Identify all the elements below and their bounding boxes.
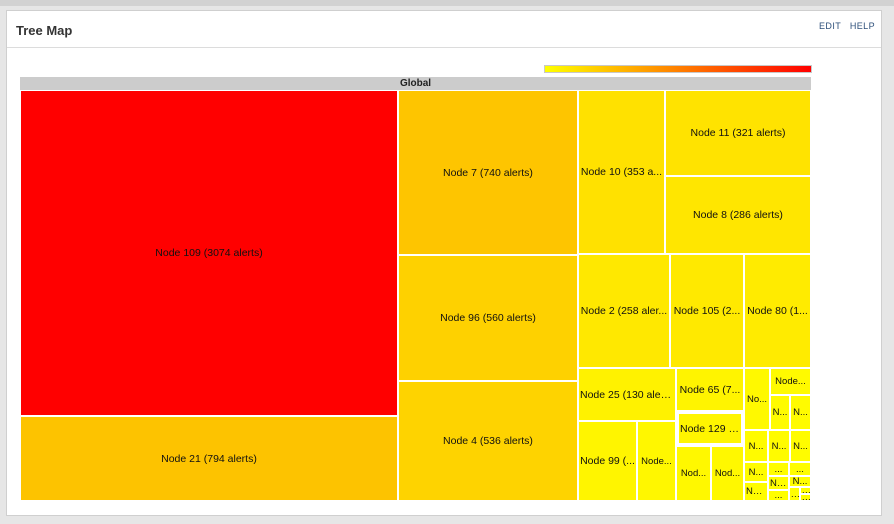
treemap-node-label: ... [802,487,810,494]
treemap-node-label: ... [802,494,810,501]
treemap-node-nH[interactable]: N... [744,430,768,462]
treemap-node-label: No... [746,393,768,405]
treemap-node-nB[interactable]: Nod... [676,446,711,501]
treemap-node-label: N... [771,440,787,452]
treemap-node-n96[interactable]: Node 96 (560 alerts) [398,255,578,381]
treemap-node-label: N... [748,440,764,452]
treemap-node-label: Node 10 (353 a... [580,166,663,178]
treemap-node-label: N... [793,440,808,452]
treemap-node-label: Node 65 (7... [679,383,741,396]
help-link[interactable]: HELP [850,21,875,31]
treemap-node-label: Node 25 (130 alerts) [580,388,675,401]
treemap-node-n65[interactable]: Node 65 (7... [676,368,744,411]
treemap-node-n21[interactable]: Node 21 (794 alerts) [20,416,398,501]
treemap-node-nA[interactable]: Node... [637,421,676,501]
treemap-node-nO[interactable]: No... [768,476,789,490]
treemap-node-label: Node... [641,455,672,467]
treemap-node-nD[interactable]: No... [744,368,770,430]
treemap-node-n11[interactable]: Node 11 (321 alerts) [665,90,811,176]
treemap-node-nT[interactable]: ... [800,494,811,501]
treemap-node-label: N... [772,407,788,418]
treemap-node-label: Node 105 (2... [673,305,741,317]
treemap-node-n2[interactable]: Node 2 (258 aler... [578,254,670,368]
treemap-node-nR[interactable]: ... [789,487,800,501]
treemap-node-nS[interactable]: ... [800,487,811,494]
treemap-node-label: Node 11 (321 alerts) [690,127,786,139]
treemap-node-nL[interactable]: No... [744,482,768,501]
treemap-node-label: Node... [775,376,806,387]
treemap-node-n8[interactable]: Node 8 (286 alerts) [665,176,811,254]
treemap-node-nP[interactable]: N... [789,476,811,487]
treemap-node-label: Node 109 (3074 alerts) [155,247,263,259]
treemap-node-nG[interactable]: N... [790,395,811,430]
treemap-node-nM[interactable]: ... [768,462,789,476]
panel-header: Tree Map EDIT HELP [7,11,881,48]
treemap-node-label: ... [774,463,783,475]
treemap-node-label: Node 21 (794 alerts) [161,452,257,465]
treemap-node-nK[interactable]: N... [744,462,768,482]
treemap-node-nJ[interactable]: N... [790,430,811,462]
top-strip [0,0,894,6]
color-scale-legend [544,65,812,73]
treemap-node-label: Nod... [714,468,741,479]
treemap-node-nN[interactable]: ... [789,462,811,476]
treemap-node-n4[interactable]: Node 4 (536 alerts) [398,381,578,501]
treemap-node-label: Node 99 (... [580,455,635,467]
treemap-node-label: Node 8 (286 alerts) [693,209,783,221]
treemap-node-label: No... [770,477,788,489]
treemap-node-n80[interactable]: Node 80 (1... [744,254,811,368]
panel-title: Tree Map [16,23,73,38]
treemap-node-label: Node 129 (... [680,422,741,435]
treemap-node-n7[interactable]: Node 7 (740 alerts) [398,90,578,255]
treemap-node-n129[interactable]: Node 129 (... [676,411,744,446]
treemap-node-n25[interactable]: Node 25 (130 alerts) [578,368,676,421]
treemap-node-label: No... [746,486,767,497]
treemap-node-label: Node 96 (560 alerts) [440,312,536,324]
treemap-node-n10[interactable]: Node 10 (353 a... [578,90,665,254]
treemap-node-nC[interactable]: Nod... [711,446,744,501]
treemap-node-label: N... [748,466,764,478]
treemap-node-n99[interactable]: Node 99 (... [578,421,637,501]
header-links: EDIT HELP [813,21,875,31]
treemap-node-n105[interactable]: Node 105 (2... [670,254,744,368]
treemap-area: Node 109 (3074 alerts) Node 21 (794 alert… [20,90,811,501]
treemap-node-label: Node 80 (1... [747,305,808,317]
treemap-node-label: N... [793,407,808,418]
treemap-node-nE[interactable]: Node... [770,368,811,395]
treemap-node-label: ... [796,463,804,475]
treemap-node-label: Node 2 (258 aler... [580,305,668,317]
treemap-node-label: Node 4 (536 alerts) [443,435,533,447]
treemap-panel: Tree Map EDIT HELP Global Node 109 (3074… [6,10,882,516]
treemap-node-nQ[interactable]: ... [768,490,789,501]
treemap-node-label: ... [791,488,799,500]
treemap-node-label: ... [774,490,783,501]
treemap-node-label: N... [792,476,808,487]
edit-link[interactable]: EDIT [819,21,841,31]
treemap-node-label: Node 7 (740 alerts) [443,166,533,179]
treemap-node-nF[interactable]: N... [770,395,790,430]
treemap-node-n109[interactable]: Node 109 (3074 alerts) [20,90,398,416]
treemap-root-label[interactable]: Global [20,77,811,90]
treemap-node-nI[interactable]: N... [768,430,790,462]
treemap-node-label: Nod... [680,468,707,479]
